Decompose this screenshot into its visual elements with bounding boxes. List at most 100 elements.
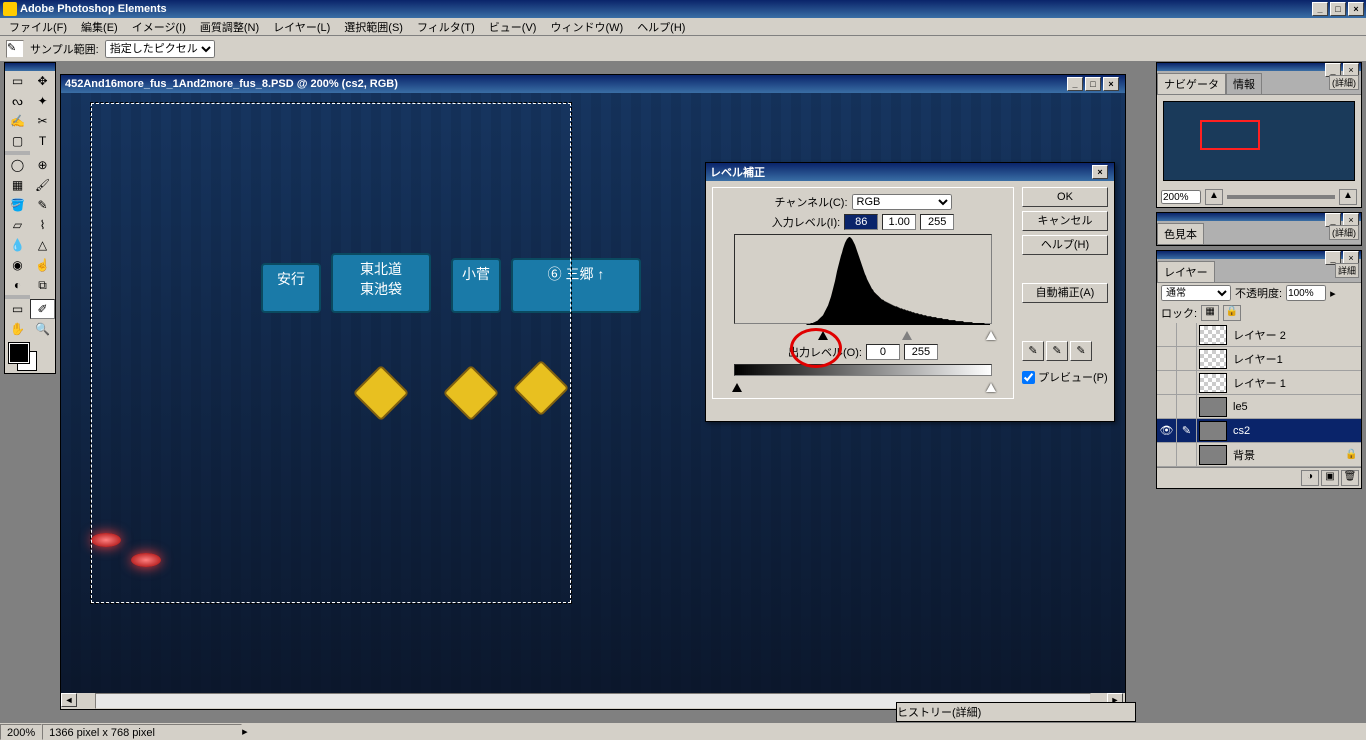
output-black-field[interactable] [866, 344, 900, 360]
tool-shape[interactable]: ▭ [5, 299, 30, 319]
menu-edit[interactable]: 編集(E) [76, 18, 123, 36]
nav-zoom-field[interactable] [1161, 190, 1201, 204]
visibility-icon[interactable] [1157, 443, 1177, 466]
tab-info[interactable]: 情報 [1226, 73, 1262, 94]
output-slider[interactable] [734, 380, 992, 392]
tool-type[interactable]: T [30, 131, 55, 151]
ly-more-button[interactable]: 詳細 [1335, 263, 1359, 278]
tool-gradient[interactable]: ▦ [5, 175, 30, 195]
menu-filter[interactable]: フィルタ(T) [412, 18, 480, 36]
tool-impressionist[interactable]: ⌇ [30, 215, 55, 235]
doc-close-button[interactable]: × [1103, 77, 1119, 91]
input-black-field[interactable] [844, 214, 878, 230]
menu-image[interactable]: イメージ(I) [127, 18, 191, 36]
layer-name[interactable]: le5 [1229, 401, 1345, 413]
tool-hand[interactable]: ✋ [5, 319, 30, 339]
sw-more-button[interactable]: (詳細) [1329, 225, 1359, 240]
menu-file[interactable]: ファイル(F) [4, 18, 72, 36]
tab-swatches[interactable]: 色見本 [1157, 223, 1204, 244]
input-black-slider[interactable] [818, 331, 828, 340]
gray-eyedropper-icon[interactable]: ✎ [1046, 341, 1068, 361]
trash-icon[interactable]: 🗑 [1341, 470, 1359, 486]
levels-close-button[interactable]: × [1092, 165, 1108, 179]
input-gamma-slider[interactable] [902, 331, 912, 340]
hist-more-button[interactable]: (詳細) [952, 704, 981, 720]
opacity-arrow-icon[interactable]: ▸ [1330, 287, 1336, 300]
output-white-slider[interactable] [986, 383, 996, 392]
layer-thumbnail[interactable] [1199, 397, 1227, 417]
status-zoom[interactable]: 200% [0, 724, 42, 740]
tool-sharpen[interactable]: △ [30, 235, 55, 255]
link-icon[interactable] [1177, 323, 1197, 346]
tool-pencil[interactable]: ✎ [30, 195, 55, 215]
eyedropper-icon[interactable]: ✎ [6, 40, 24, 58]
color-swatch[interactable] [5, 339, 55, 373]
auto-button[interactable]: 自動補正(A) [1022, 283, 1108, 303]
maximize-button[interactable]: □ [1330, 2, 1346, 16]
layer-name[interactable]: レイヤー1 [1229, 351, 1345, 367]
layer-thumbnail[interactable] [1199, 373, 1227, 393]
tool-cookie[interactable]: ◯ [5, 155, 30, 175]
cancel-button[interactable]: キャンセル [1022, 211, 1108, 231]
tool-clone[interactable]: ⧉ [30, 275, 55, 295]
lock-transparency-icon[interactable]: ▦ [1201, 305, 1219, 321]
tool-redeye[interactable]: ⊕ [30, 155, 55, 175]
layer-name[interactable]: レイヤー 2 [1229, 327, 1345, 343]
help-button[interactable]: ヘルプ(H) [1022, 235, 1108, 255]
link-icon[interactable]: ✎ [1177, 419, 1197, 442]
menu-window[interactable]: ウィンドウ(W) [545, 18, 628, 36]
tool-bucket[interactable]: 🪣 [5, 195, 30, 215]
tool-lasso[interactable]: ᔓ [5, 91, 30, 111]
layer-thumbnail[interactable] [1199, 325, 1227, 345]
close-button[interactable]: × [1348, 2, 1364, 16]
layer-name[interactable]: レイヤー 1 [1229, 375, 1345, 391]
menu-help[interactable]: ヘルプ(H) [632, 18, 690, 36]
adjustment-layer-icon[interactable]: ◑ [1301, 470, 1319, 486]
navigator-thumbnail[interactable] [1163, 101, 1355, 181]
zoom-out-icon[interactable]: ▲ [1205, 189, 1223, 205]
tool-blur[interactable]: 💧 [5, 235, 30, 255]
link-icon[interactable] [1177, 371, 1197, 394]
tool-eyedropper[interactable]: ✐ [30, 299, 55, 319]
layer-thumbnail[interactable] [1199, 445, 1227, 465]
tool-smudge[interactable]: ☝ [30, 255, 55, 275]
layer-row[interactable]: レイヤー 2 [1157, 323, 1361, 347]
layer-thumbnail[interactable] [1199, 349, 1227, 369]
tool-dodge[interactable]: ◐ [5, 275, 30, 295]
visibility-icon[interactable] [1157, 371, 1177, 394]
layer-name[interactable]: 背景 [1229, 447, 1345, 463]
input-white-slider[interactable] [986, 331, 996, 340]
visibility-icon[interactable]: 👁 [1157, 419, 1177, 442]
menu-enhance[interactable]: 画質調整(N) [195, 18, 264, 36]
preview-checkbox[interactable]: プレビュー(P) [1022, 369, 1108, 385]
minimize-button[interactable]: _ [1312, 2, 1328, 16]
link-icon[interactable] [1177, 443, 1197, 466]
tool-eraser[interactable]: ▱ [5, 215, 30, 235]
input-gamma-field[interactable] [882, 214, 916, 230]
visibility-icon[interactable] [1157, 347, 1177, 370]
tool-crop[interactable]: ✂ [30, 111, 55, 131]
blend-mode-select[interactable]: 通常 [1161, 285, 1231, 301]
layer-thumbnail[interactable] [1199, 421, 1227, 441]
tool-wand[interactable]: ✦ [30, 91, 55, 111]
tool-customshape[interactable]: ▢ [5, 131, 30, 151]
status-arrow-icon[interactable]: ▸ [242, 725, 248, 738]
tool-brush[interactable]: 🖌 [30, 175, 55, 195]
output-white-field[interactable] [904, 344, 938, 360]
output-black-slider[interactable] [732, 383, 742, 392]
layer-row[interactable]: レイヤー 1 [1157, 371, 1361, 395]
layer-name[interactable]: cs2 [1229, 425, 1345, 437]
tool-move[interactable]: ✥ [30, 71, 55, 91]
layer-row[interactable]: レイヤー1 [1157, 347, 1361, 371]
ok-button[interactable]: OK [1022, 187, 1108, 207]
channel-select[interactable]: RGB [852, 194, 952, 210]
sample-range-select[interactable]: 指定したピクセル [105, 40, 215, 58]
new-layer-icon[interactable]: ▣ [1321, 470, 1339, 486]
visibility-icon[interactable] [1157, 395, 1177, 418]
tab-layers[interactable]: レイヤー [1157, 261, 1215, 282]
menu-select[interactable]: 選択範囲(S) [339, 18, 408, 36]
doc-minimize-button[interactable]: _ [1067, 77, 1083, 91]
doc-maximize-button[interactable]: □ [1085, 77, 1101, 91]
visibility-icon[interactable] [1157, 323, 1177, 346]
tab-navigator[interactable]: ナビゲータ [1157, 73, 1226, 94]
